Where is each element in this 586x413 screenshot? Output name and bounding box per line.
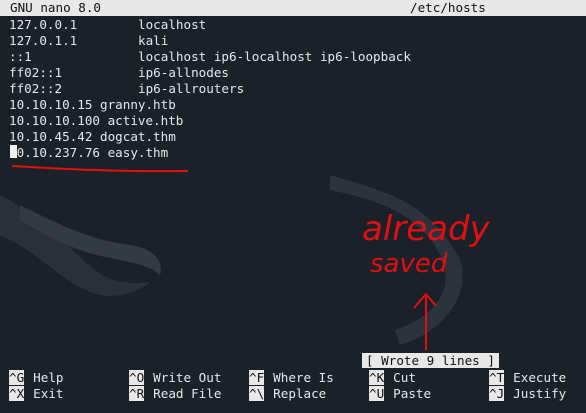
host-names: ip6-allnodes [138, 65, 229, 80]
hosts-line[interactable]: 10.10.10.100 active.htb [9, 113, 183, 129]
ip-address: ff02::2 [9, 81, 63, 96]
host-entry: 10.10.10.100 active.htb [9, 113, 184, 128]
hosts-line[interactable]: 127.0.0.1 localhost [9, 17, 206, 33]
hosts-line[interactable]: ::1 localhost ip6-localhost ip6-loopback [9, 49, 411, 65]
host-entry: 10.10.237.76 easy.thm [9, 145, 169, 160]
shortcut-label: Paste [393, 386, 432, 401]
shortcut-key: ^\ [249, 386, 265, 401]
ip-address: 127.0.1.1 [9, 33, 78, 48]
hosts-line[interactable]: 10.10.45.42 dogcat.thm [9, 129, 176, 145]
shortcut-label: Execute [513, 370, 567, 385]
shortcut-justify[interactable]: ^J Justify [489, 386, 566, 402]
text-cursor [10, 145, 17, 158]
shortcut-read-file[interactable]: ^R Read File [129, 386, 221, 402]
shortcut-label: Help [33, 370, 64, 385]
shortcut-label: Read File [153, 386, 222, 401]
status-message: [ Wrote 9 lines ] [362, 353, 499, 368]
host-entry: 10.10.10.15 granny.htb [9, 97, 176, 112]
shortcut-where-is[interactable]: ^F Where Is [249, 370, 334, 386]
host-names: localhost ip6-localhost ip6-loopback [138, 49, 411, 64]
hosts-line[interactable]: 127.0.1.1 kali [9, 33, 168, 49]
hosts-line[interactable]: 10.10.237.76 easy.thm [9, 145, 168, 161]
shortcut-label: Justify [513, 386, 567, 401]
shortcut-label: Where Is [273, 370, 334, 385]
shortcut-key: ^O [129, 370, 145, 385]
shortcut-cut[interactable]: ^K Cut [369, 370, 416, 386]
host-names: localhost [138, 17, 207, 32]
editor-buffer[interactable]: 127.0.0.1 localhost 127.0.1.1 kali ::1 l… [9, 17, 411, 161]
shortcut-key: ^U [369, 386, 385, 401]
shortcut-write-out[interactable]: ^O Write Out [129, 370, 221, 386]
shortcut-key: ^F [249, 370, 265, 385]
ip-address: ff02::1 [9, 65, 63, 80]
shortcut-replace[interactable]: ^\ Replace [249, 386, 326, 402]
host-names: ip6-allrouters [138, 81, 245, 96]
shortcut-key: ^G [9, 370, 25, 385]
file-path: /etc/hosts [410, 0, 486, 15]
shortcut-key: ^X [9, 386, 25, 401]
shortcut-label: Exit [33, 386, 64, 401]
shortcut-paste[interactable]: ^U Paste [369, 386, 431, 402]
shortcut-execute[interactable]: ^T Execute [489, 370, 566, 386]
shortcut-key: ^T [489, 370, 505, 385]
shortcut-label: Write Out [153, 370, 222, 385]
hosts-line[interactable]: 10.10.10.15 granny.htb [9, 97, 176, 113]
nano-title-bar: GNU nano 8.0 /etc/hosts [0, 0, 586, 16]
host-names: kali [138, 33, 169, 48]
shortcut-exit[interactable]: ^X Exit [9, 386, 64, 402]
shortcut-key: ^R [129, 386, 145, 401]
host-entry: 10.10.45.42 dogcat.thm [9, 129, 176, 144]
editor-name: GNU nano 8.0 [10, 0, 101, 15]
shortcut-key: ^J [489, 386, 505, 401]
shortcut-label: Cut [393, 370, 416, 385]
hosts-line[interactable]: ff02::2 ip6-allrouters [9, 81, 244, 97]
shortcut-help[interactable]: ^G Help [9, 370, 64, 386]
hosts-line[interactable]: ff02::1 ip6-allnodes [9, 65, 229, 81]
shortcut-label: Replace [273, 386, 327, 401]
ip-address: ::1 [9, 49, 32, 64]
shortcut-key: ^K [369, 370, 385, 385]
ip-address: 127.0.0.1 [9, 17, 78, 32]
